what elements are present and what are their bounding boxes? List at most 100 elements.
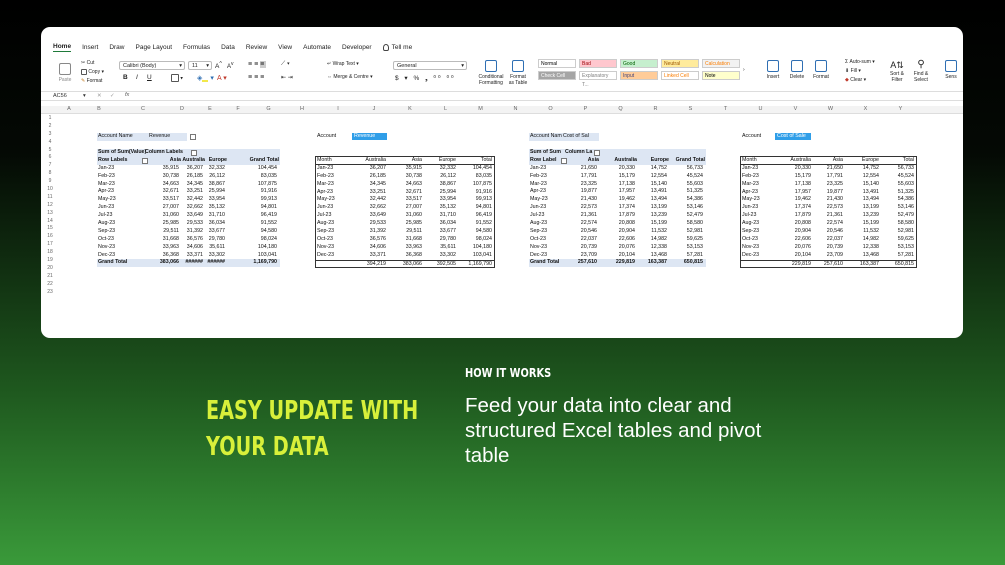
row-header[interactable]: 20 [41, 265, 59, 273]
fill-color-button[interactable]: ◈ ▾ [197, 74, 214, 82]
row-header[interactable]: 15 [41, 225, 59, 233]
column-header[interactable]: E [197, 106, 223, 112]
column-header[interactable]: D [167, 106, 197, 112]
format-painter-button[interactable]: ✎ Format [81, 77, 104, 86]
style-explanatory-t-[interactable]: Explanatory T... [579, 71, 617, 88]
merge-centre-button[interactable]: ⇔ Merge & Centre ▾ [327, 74, 373, 80]
column-header[interactable]: I [320, 106, 356, 112]
name-box[interactable]: AC56 [53, 93, 67, 99]
tab-page-layout[interactable]: Page Layout [136, 44, 173, 51]
row-header[interactable]: 16 [41, 233, 59, 241]
tab-review[interactable]: Review [246, 44, 267, 51]
column-header[interactable]: Y [883, 106, 918, 112]
borders-button[interactable]: ▾ [171, 74, 183, 82]
conditional-formatting-button[interactable]: Conditional Formatting [477, 60, 505, 86]
row-header[interactable]: 2 [41, 123, 59, 131]
chevron-down-icon[interactable]: ▾ [83, 93, 86, 99]
tab-home[interactable]: Home [53, 43, 72, 52]
column-header[interactable]: W [813, 106, 848, 112]
row-header[interactable]: 4 [41, 139, 59, 147]
filter-icon[interactable] [594, 150, 600, 156]
row-header[interactable]: 3 [41, 131, 59, 139]
table1-account-value[interactable]: Revenue [352, 133, 387, 140]
font-name-select[interactable]: Calibri (Body) ▾ [119, 61, 185, 70]
row-header[interactable]: 14 [41, 218, 59, 226]
clear-button[interactable]: ◆ Clear ▾ [845, 76, 875, 85]
paste-button[interactable]: Paste [55, 63, 75, 83]
style-input[interactable]: Input [620, 71, 658, 80]
wrap-text-button[interactable]: ↵ Wrap Text ▾ [327, 61, 359, 67]
grow-font-button[interactable]: A^ [215, 61, 222, 70]
row-header[interactable]: 21 [41, 273, 59, 281]
orientation-button[interactable]: ⟋ ▾ [281, 61, 290, 68]
column-header[interactable]: X [848, 106, 883, 112]
tell-me[interactable]: Tell me [382, 43, 412, 51]
style-neutral[interactable]: Neutral [661, 59, 699, 68]
row-header[interactable]: 12 [41, 202, 59, 210]
tab-developer[interactable]: Developer [342, 44, 372, 51]
column-header[interactable]: K [392, 106, 428, 112]
underline-button[interactable]: U [147, 74, 152, 81]
row-header[interactable]: 18 [41, 249, 59, 257]
tab-view[interactable]: View [278, 44, 292, 51]
cut-button[interactable]: ✂ Cut [81, 59, 104, 68]
function-icon[interactable]: fx [125, 92, 129, 98]
column-header[interactable]: J [356, 106, 392, 112]
fill-button[interactable]: ⬇ Fill ▾ [845, 67, 875, 76]
tab-insert[interactable]: Insert [82, 44, 98, 51]
number-format-select[interactable]: General ▾ [393, 61, 467, 70]
italic-button[interactable]: I [136, 74, 138, 81]
format-as-table-button[interactable]: Format as Table [507, 60, 529, 86]
column-header[interactable]: P [568, 106, 603, 112]
column-header[interactable]: Q [603, 106, 638, 112]
column-header[interactable]: A [59, 106, 79, 112]
row-header[interactable]: 17 [41, 241, 59, 249]
bold-button[interactable]: B [123, 74, 128, 81]
filter-icon[interactable] [190, 134, 196, 140]
column-header[interactable]: L [428, 106, 463, 112]
cancel-icon[interactable]: ✕ [97, 93, 102, 99]
tab-draw[interactable]: Draw [109, 44, 124, 51]
horizontal-align-buttons[interactable]: ≡≡≡ [248, 74, 266, 81]
style-normal[interactable]: Normal [538, 59, 576, 68]
number-buttons[interactable]: $ ▾ % ❟ ⁰⁰ ⁰⁰ [395, 74, 456, 83]
column-header[interactable]: V [778, 106, 813, 112]
tab-data[interactable]: Data [221, 44, 235, 51]
style-note[interactable]: Note [702, 71, 740, 80]
column-header[interactable]: H [284, 106, 320, 112]
style-bad[interactable]: Bad [579, 59, 617, 68]
sort-filter-button[interactable]: A⇅ Sort & Filter [887, 59, 907, 83]
column-header[interactable]: C [119, 106, 167, 112]
font-size-select[interactable]: 11 ▾ [188, 61, 212, 70]
row-header[interactable]: 8 [41, 170, 59, 178]
font-color-button[interactable]: A ▾ [217, 74, 227, 82]
row-header[interactable]: 11 [41, 194, 59, 202]
delete-cells-button[interactable]: Delete [787, 60, 807, 80]
row-header[interactable]: 10 [41, 186, 59, 194]
row-header[interactable]: 22 [41, 281, 59, 289]
tab-formulas[interactable]: Formulas [183, 44, 210, 51]
table2-account-value[interactable]: Cost of Sale [775, 133, 811, 140]
styles-more-button[interactable]: › [743, 67, 745, 73]
autosum-button[interactable]: Σ Auto-sum ▾ [845, 58, 875, 67]
style-calculation[interactable]: Calculation [702, 59, 740, 68]
row-header[interactable]: 23 [41, 289, 59, 297]
style-good[interactable]: Good [620, 59, 658, 68]
row-header[interactable]: 5 [41, 147, 59, 155]
row-header[interactable]: 13 [41, 210, 59, 218]
row-header[interactable]: 9 [41, 178, 59, 186]
find-select-button[interactable]: ⚲ Find & Select [911, 59, 931, 83]
vertical-align-buttons[interactable]: ≡≡≡ [248, 61, 267, 68]
row-header[interactable]: 1 [41, 115, 59, 123]
row-header[interactable]: 19 [41, 257, 59, 265]
style-check-cell[interactable]: Check Cell [538, 71, 576, 80]
column-header[interactable]: O [533, 106, 568, 112]
insert-cells-button[interactable]: Insert [763, 60, 783, 80]
copy-button[interactable]: Copy ▾ [81, 68, 104, 77]
column-header[interactable]: B [79, 106, 119, 112]
column-header[interactable]: M [463, 106, 498, 112]
column-header[interactable]: U [743, 106, 778, 112]
column-header[interactable]: S [673, 106, 708, 112]
sensitivity-button[interactable]: Sens [941, 60, 961, 80]
column-header[interactable]: F [223, 106, 253, 112]
